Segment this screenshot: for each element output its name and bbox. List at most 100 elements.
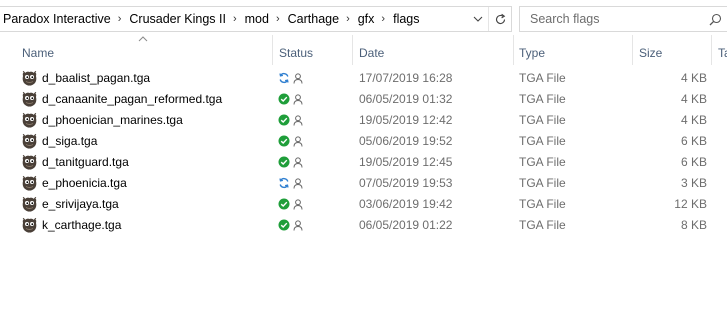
- file-name[interactable]: d_canaanite_pagan_reformed.tga: [42, 89, 222, 110]
- file-date: 07/05/2019 19:53: [359, 176, 453, 190]
- file-row[interactable]: e_phoenicia.tga 07/05/2019 19:53 TGA File 3…: [0, 173, 727, 194]
- file-size: 4 KB: [680, 92, 707, 106]
- breadcrumb-separator[interactable]: ›: [111, 7, 128, 31]
- column-header-name[interactable]: Name: [22, 44, 54, 62]
- file-size: 6 KB: [680, 155, 707, 169]
- file-size: 12 KB: [674, 197, 707, 211]
- person-icon: [293, 136, 303, 147]
- breadcrumb-separator[interactable]: ›: [374, 7, 391, 31]
- file-size: 6 KB: [680, 134, 707, 148]
- gimp-tga-file-icon: [21, 154, 38, 171]
- breadcrumb-separator[interactable]: ›: [226, 7, 243, 31]
- file-size: 8 KB: [680, 218, 707, 232]
- status-cell: [278, 93, 306, 106]
- file-row[interactable]: e_srivijaya.tga 03/06/2019 19:42 TGA File 1…: [0, 194, 727, 215]
- file-date: 05/06/2019 19:52: [359, 134, 453, 148]
- file-name[interactable]: d_baalist_pagan.tga: [42, 68, 150, 89]
- file-type: TGA File: [519, 218, 566, 232]
- file-name[interactable]: d_siga.tga: [42, 131, 97, 152]
- person-icon: [293, 115, 303, 126]
- status-cell: [278, 198, 306, 211]
- file-row[interactable]: k_carthage.tga 06/05/2019 01:22 TGA File 8 …: [0, 215, 727, 236]
- status-cell: [278, 135, 306, 148]
- status-cell: [278, 72, 306, 85]
- status-cell: [278, 114, 306, 127]
- file-size: 4 KB: [680, 71, 707, 85]
- check-circle-icon: [278, 93, 290, 105]
- search-icon[interactable]: [705, 9, 725, 29]
- sort-ascending-icon[interactable]: [138, 36, 148, 42]
- breadcrumb-flags[interactable]: flags: [391, 7, 419, 31]
- check-circle-icon: [278, 219, 290, 231]
- status-cell: [278, 219, 306, 232]
- file-date: 19/05/2019 12:45: [359, 155, 453, 169]
- check-circle-icon: [278, 135, 290, 147]
- file-name[interactable]: e_srivijaya.tga: [42, 194, 119, 215]
- file-date: 06/05/2019 01:32: [359, 92, 453, 106]
- file-name[interactable]: e_phoenicia.tga: [42, 173, 127, 194]
- search-box[interactable]: Search flags: [519, 6, 727, 32]
- gimp-tga-file-icon: [21, 112, 38, 129]
- breadcrumb-gfx[interactable]: gfx: [356, 7, 375, 31]
- file-date: 03/06/2019 19:42: [359, 197, 453, 211]
- file-date: 17/07/2019 16:28: [359, 71, 453, 85]
- column-header-status[interactable]: Status: [279, 44, 313, 62]
- column-header-type[interactable]: Type: [519, 44, 545, 62]
- file-name[interactable]: k_carthage.tga: [42, 215, 121, 236]
- chevron-down-icon[interactable]: [469, 7, 487, 31]
- breadcrumb-crusader-kings-ii[interactable]: Crusader Kings II: [127, 7, 226, 31]
- person-icon: [293, 73, 303, 84]
- column-divider[interactable]: [272, 35, 273, 65]
- file-type: TGA File: [519, 134, 566, 148]
- person-icon: [293, 94, 303, 105]
- column-divider[interactable]: [513, 35, 514, 65]
- person-icon: [293, 220, 303, 231]
- person-icon: [293, 178, 303, 189]
- breadcrumb-paradox-interactive[interactable]: Paradox Interactive: [0, 7, 111, 31]
- file-size: 3 KB: [680, 176, 707, 190]
- file-row[interactable]: d_phoenician_marines.tga 19/05/2019 12:42…: [0, 110, 727, 131]
- breadcrumb-mod[interactable]: mod: [243, 7, 269, 31]
- column-header-row: Name Status Date Type Size Ta: [0, 33, 727, 65]
- file-date: 19/05/2019 12:42: [359, 113, 453, 127]
- file-type: TGA File: [519, 92, 566, 106]
- column-divider[interactable]: [711, 35, 712, 65]
- file-row[interactable]: d_baalist_pagan.tga 17/07/2019 16:28 TGA F…: [0, 68, 727, 89]
- search-input[interactable]: Search flags: [520, 12, 599, 26]
- person-icon: [293, 157, 303, 168]
- status-cell: [278, 177, 306, 190]
- address-bar[interactable]: Paradox Interactive › Crusader Kings II …: [0, 6, 512, 32]
- gimp-tga-file-icon: [21, 133, 38, 150]
- gimp-tga-file-icon: [21, 175, 38, 192]
- column-header-date[interactable]: Date: [359, 44, 384, 62]
- file-row[interactable]: d_siga.tga 05/06/2019 19:52 TGA File 6 KB: [0, 131, 727, 152]
- status-cell: [278, 156, 306, 169]
- file-name[interactable]: d_tanitguard.tga: [42, 152, 129, 173]
- gimp-tga-file-icon: [21, 70, 38, 87]
- file-type: TGA File: [519, 176, 566, 190]
- person-icon: [293, 199, 303, 210]
- sync-arrows-icon: [279, 72, 289, 84]
- file-row[interactable]: d_tanitguard.tga 19/05/2019 12:45 TGA File…: [0, 152, 727, 173]
- gimp-tga-file-icon: [21, 91, 38, 108]
- file-size: 4 KB: [680, 113, 707, 127]
- gimp-tga-file-icon: [21, 196, 38, 213]
- column-header-tags[interactable]: Ta: [718, 44, 727, 62]
- file-row[interactable]: d_canaanite_pagan_reformed.tga 06/05/2019…: [0, 89, 727, 110]
- file-date: 06/05/2019 01:22: [359, 218, 453, 232]
- column-header-size[interactable]: Size: [639, 44, 662, 62]
- refresh-icon[interactable]: [488, 7, 511, 31]
- file-type: TGA File: [519, 71, 566, 85]
- check-circle-icon: [278, 114, 290, 126]
- breadcrumb-carthage[interactable]: Carthage: [286, 7, 339, 31]
- file-type: TGA File: [519, 113, 566, 127]
- gimp-tga-file-icon: [21, 217, 38, 234]
- sync-arrows-icon: [279, 177, 289, 189]
- breadcrumb-separator[interactable]: ›: [269, 7, 286, 31]
- file-name[interactable]: d_phoenician_marines.tga: [42, 110, 183, 131]
- column-divider[interactable]: [352, 35, 353, 65]
- breadcrumb-separator[interactable]: ›: [339, 7, 356, 31]
- column-divider[interactable]: [632, 35, 633, 65]
- file-type: TGA File: [519, 197, 566, 211]
- file-type: TGA File: [519, 155, 566, 169]
